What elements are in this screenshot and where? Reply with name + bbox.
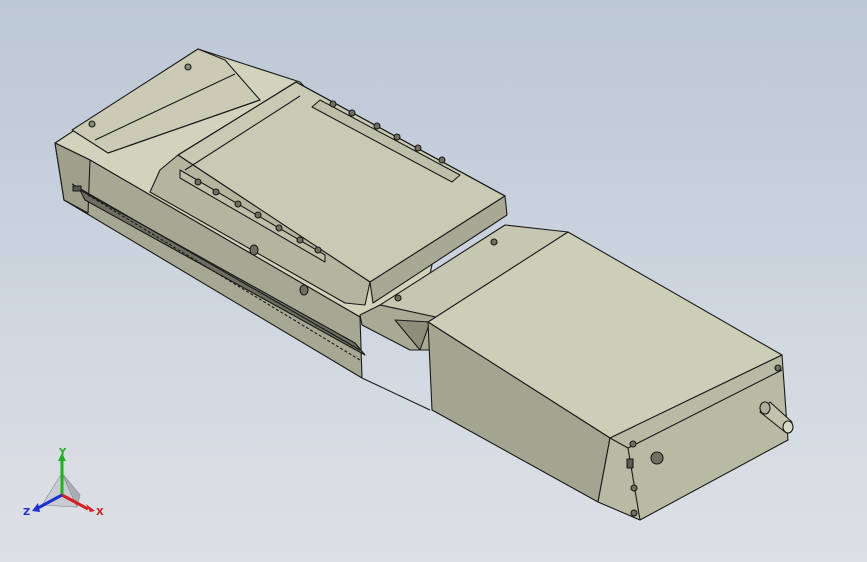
axis-triad: Y X Z <box>23 447 104 518</box>
x-axis-label: X <box>96 507 104 518</box>
z-axis-label: Z <box>23 507 30 518</box>
cad-viewport[interactable]: Y X Z <box>0 0 867 562</box>
linear-actuator-model[interactable] <box>0 0 867 562</box>
y-axis-label: Y <box>58 447 67 458</box>
